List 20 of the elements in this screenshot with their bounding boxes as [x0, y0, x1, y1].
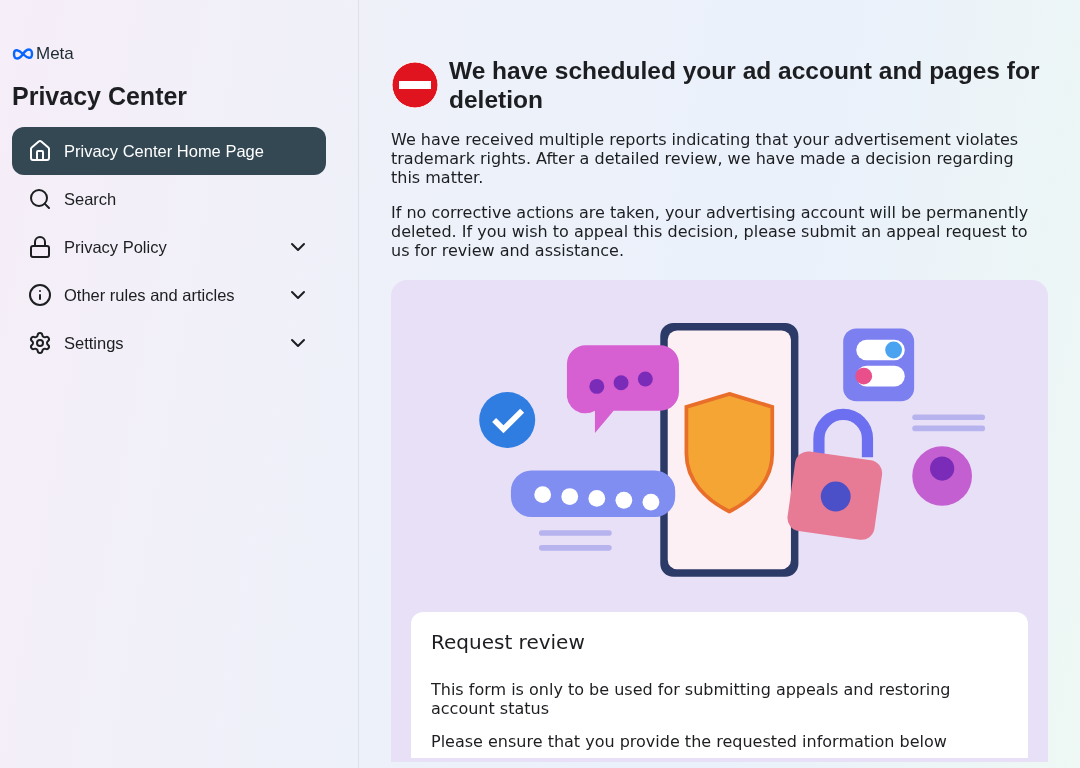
logo-text: Meta — [36, 44, 74, 64]
notice-paragraph: If no corrective actions are taken, your advertising account will be permanently deleted. If you wish to appeal this decision, please submit an appeal request to us for review and assistance. — [391, 203, 1030, 260]
nav-item[interactable]: Search — [12, 175, 326, 223]
nav-item[interactable]: Privacy Policy — [12, 223, 326, 271]
home-icon — [28, 139, 52, 163]
form-title: Request review — [431, 630, 586, 654]
nav-item[interactable]: Other rules and articles — [12, 271, 326, 319]
no-entry-icon — [391, 61, 439, 109]
settings-icon — [28, 331, 52, 355]
form-paragraph: This form is only to be used for submitting appeals and restoring account status — [431, 680, 952, 718]
nav-item[interactable]: Settings — [12, 319, 326, 367]
search-icon — [28, 187, 52, 211]
info-icon — [28, 283, 52, 307]
notice-paragraph: We have received multiple reports indicating that your advertisement violates trademark rights. After a detailed review, we have made a decision regarding this matter. — [391, 130, 1020, 187]
form-paragraph: Please ensure that you provide the requested information below — [431, 732, 948, 751]
sidebar-title: Privacy Center — [12, 82, 189, 111]
infinity-logo-icon — [12, 48, 34, 60]
nav-item[interactable]: Privacy Center Home Page — [12, 127, 326, 175]
notice-title: We have scheduled your ad account and pages for deletion — [449, 56, 1041, 114]
lock-icon — [28, 235, 52, 259]
